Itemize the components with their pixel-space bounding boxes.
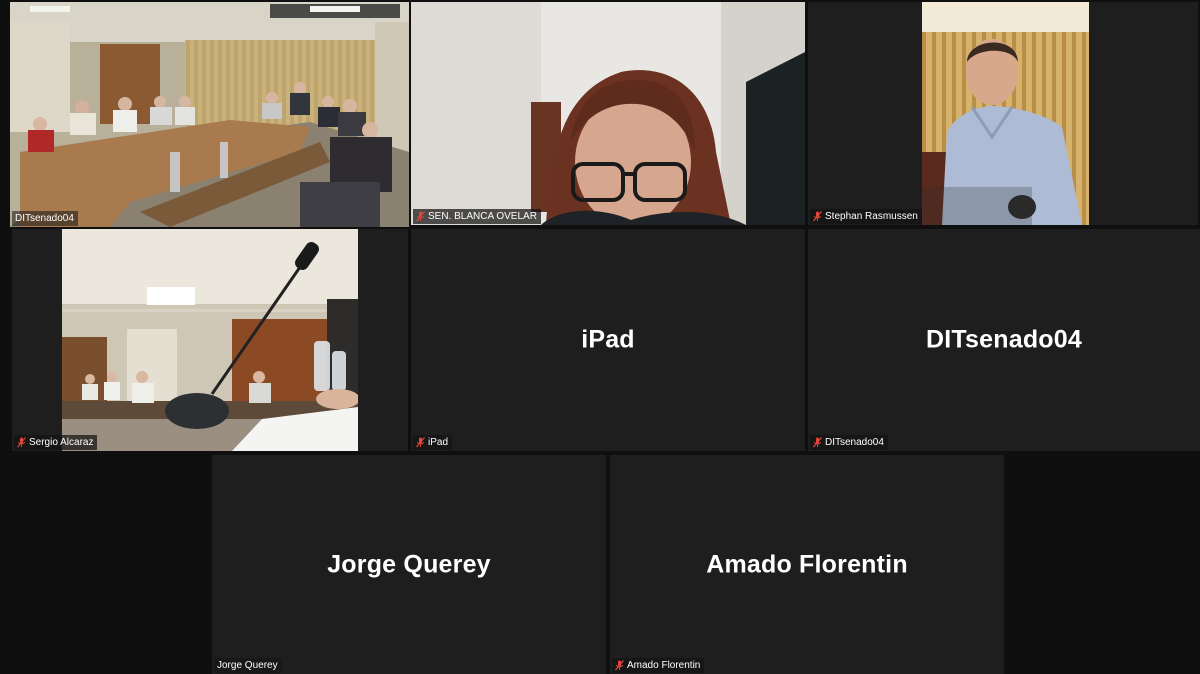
participant-tile-stephan-rasmussen[interactable]: Stephan Rasmussen bbox=[808, 2, 1198, 225]
participant-tile-sergio-alcaraz[interactable]: Sergio Alcaraz bbox=[12, 229, 408, 451]
mic-muted-icon bbox=[615, 660, 624, 671]
participant-tile-ditsenado04-video[interactable]: DITsenado04 bbox=[10, 2, 409, 227]
participant-name: DITsenado04 bbox=[825, 437, 884, 448]
participant-video bbox=[10, 2, 409, 227]
participant-name-tag: Stephan Rasmussen bbox=[810, 209, 922, 224]
participant-name: DITsenado04 bbox=[15, 213, 74, 224]
participant-display-name: iPad bbox=[581, 325, 635, 354]
participant-display-name: DITsenado04 bbox=[926, 325, 1082, 354]
participant-tile-amado-florentin[interactable]: Amado Florentin Amado Florentin bbox=[610, 455, 1004, 674]
participant-name-tag: Amado Florentin bbox=[612, 658, 705, 673]
participant-tile-jorge-querey[interactable]: Jorge Querey Jorge Querey bbox=[212, 455, 606, 674]
participant-name-tag: Jorge Querey bbox=[214, 658, 282, 673]
participant-video bbox=[922, 2, 1089, 225]
participant-display-name: Jorge Querey bbox=[327, 550, 491, 578]
participant-video bbox=[411, 2, 805, 225]
mic-muted-icon bbox=[17, 437, 26, 448]
participant-name-tag: SEN. BLANCA OVELAR bbox=[413, 209, 541, 224]
participant-tile-ipad[interactable]: iPad iPad bbox=[411, 229, 805, 451]
participant-tile-ditsenado04[interactable]: DITsenado04 DITsenado04 bbox=[808, 229, 1200, 451]
participant-tile-blanca-ovelar[interactable]: SEN. BLANCA OVELAR bbox=[411, 2, 805, 225]
participant-name: Stephan Rasmussen bbox=[825, 211, 918, 222]
participant-display-name: Amado Florentin bbox=[706, 550, 908, 578]
participant-name-tag: DITsenado04 bbox=[810, 435, 888, 450]
mic-muted-icon bbox=[813, 437, 822, 448]
participant-name: SEN. BLANCA OVELAR bbox=[428, 211, 537, 222]
participant-name-tag: iPad bbox=[413, 435, 453, 450]
participant-name: Sergio Alcaraz bbox=[29, 437, 94, 448]
participant-name: Amado Florentin bbox=[627, 660, 701, 671]
participant-name: Jorge Querey bbox=[217, 660, 278, 671]
mic-muted-icon bbox=[416, 211, 425, 222]
participant-name-tag: DITsenado04 bbox=[12, 211, 78, 226]
participant-name-tag: Sergio Alcaraz bbox=[14, 435, 98, 450]
meeting-gallery-view: DITsenado04 SEN. BLANCA OVELAR Stephan R… bbox=[0, 0, 1200, 674]
mic-muted-icon bbox=[416, 437, 425, 448]
participant-name: iPad bbox=[428, 437, 449, 448]
participant-video bbox=[62, 229, 358, 451]
mic-muted-icon bbox=[813, 211, 822, 222]
